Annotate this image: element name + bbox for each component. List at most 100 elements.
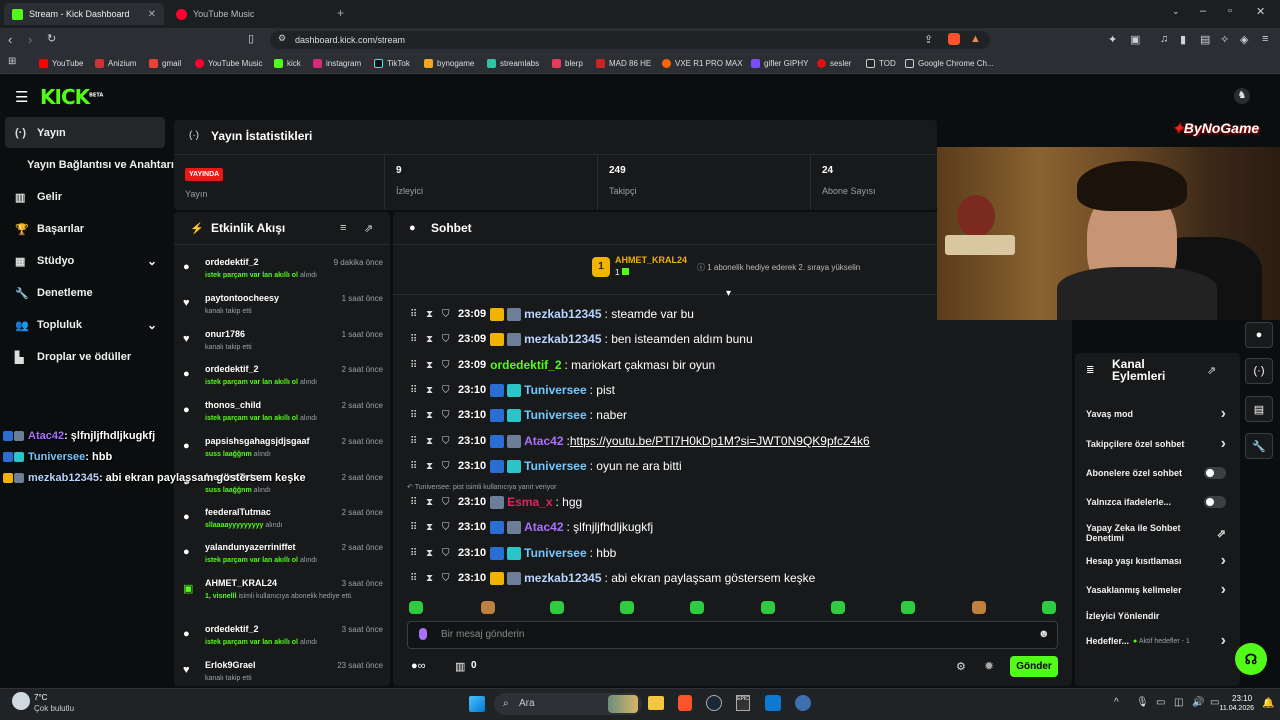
forward-icon[interactable]: › — [28, 32, 32, 47]
volume-icon[interactable]: 🔊 — [1192, 697, 1204, 708]
emote-icon[interactable] — [972, 601, 986, 614]
rail-broadcast-button[interactable]: (·) — [1245, 358, 1273, 384]
activity-user[interactable]: papsishsgahagsjdjsgaaf — [205, 436, 310, 446]
timeout-icon[interactable]: ⧗ — [426, 360, 442, 371]
activity-item[interactable]: ● ordedektif_2 9 dakika önce istek parçam v… — [183, 255, 383, 291]
support-button[interactable]: ☊ — [1235, 643, 1267, 675]
external-link-icon[interactable]: ⇗ — [1217, 527, 1226, 540]
bookmark-kick[interactable]: kick — [274, 57, 301, 69]
close-tab-icon[interactable]: ✕ — [148, 9, 156, 20]
taskbar-search-label[interactable]: Ara — [519, 698, 535, 709]
message-username[interactable]: mezkab12345 — [524, 332, 601, 346]
ban-shield-icon[interactable]: ⛉ — [442, 385, 458, 396]
activity-item[interactable]: ● yalandunyazerriniffet 2 saat önce istek p… — [183, 540, 383, 576]
message-username[interactable]: mezkab12345 — [524, 571, 601, 585]
brave-shield-icon[interactable] — [948, 33, 960, 45]
message-username[interactable]: Tuniversee — [524, 408, 586, 422]
url-field[interactable]: dashboard.kick.com/stream — [270, 31, 990, 49]
chat-message[interactable]: ⠿ ⧗ ⛉ 23:10 Atac42: https://youtu.be/PTI7H0k… — [410, 432, 870, 450]
toggle-switch[interactable] — [1204, 496, 1226, 508]
toggle-switch[interactable] — [1204, 467, 1226, 479]
drag-handle-icon[interactable]: ⠿ — [410, 436, 426, 447]
chat-message[interactable]: ⠿ ⧗ ⛉ 23:10 Atac42: şlfnjljfhdljkugkfj — [410, 518, 653, 536]
drag-handle-icon[interactable]: ⠿ — [410, 497, 426, 508]
activity-user[interactable]: paytontoocheesy — [205, 293, 279, 303]
bookmark-tiktok[interactable]: TikTok — [374, 57, 410, 69]
activity-user[interactable]: yalandunyazerriniffet — [205, 542, 296, 552]
notifications-icon[interactable]: 🔔 — [1262, 698, 1274, 709]
weather-temp[interactable]: 7°C — [34, 693, 47, 702]
drag-handle-icon[interactable]: ⠿ — [410, 360, 426, 371]
screenshot-icon[interactable]: ▣ — [1130, 33, 1140, 46]
kick-logo[interactable]: KICKBETA — [40, 85, 103, 109]
activity-item[interactable]: ● ordedektif_2 3 saat önce istek parçam var… — [183, 622, 383, 658]
window-close-icon[interactable]: ✕ — [1256, 5, 1265, 18]
ban-shield-icon[interactable]: ⛉ — [442, 309, 458, 320]
extensions-icon[interactable]: ✦ — [1108, 33, 1117, 46]
chevron-right-icon[interactable]: › — [1221, 581, 1226, 599]
bookmark-mad86[interactable]: MAD 86 HE — [596, 57, 651, 69]
network-icon[interactable]: ◫ — [1174, 697, 1183, 708]
apps-grid-icon[interactable]: ⊞ — [8, 56, 16, 67]
send-button[interactable]: Gönder — [1010, 656, 1058, 677]
ban-shield-icon[interactable]: ⛉ — [442, 522, 458, 533]
bookmark-tod[interactable]: TOD — [866, 57, 896, 69]
chat-input-placeholder[interactable]: Bir mesaj gönderin — [441, 629, 524, 640]
activity-user[interactable]: ordedektif_2 — [205, 364, 259, 374]
bookmark-blerp[interactable]: blerp — [552, 57, 583, 69]
bookmark-giphy[interactable]: gifler GIPHY — [751, 57, 808, 69]
chat-message[interactable]: ⠿ ⧗ ⛉ 23:09 mezkab12345: ben isteamden aldım… — [410, 330, 753, 348]
emote-icon[interactable] — [620, 601, 634, 614]
drag-handle-icon[interactable]: ⠿ — [410, 309, 426, 320]
bookmark-gmail[interactable]: gmail — [149, 57, 181, 69]
channel-action-row[interactable]: İzleyici Yönlendir — [1086, 608, 1226, 624]
tray-chevron-icon[interactable]: ^ — [1114, 697, 1119, 708]
channel-action-row[interactable]: Yavaş mod › — [1086, 405, 1226, 422]
share-icon[interactable]: ⇪ — [924, 33, 933, 46]
minimize-icon[interactable]: – — [1200, 5, 1206, 17]
popout-icon[interactable]: ⇗ — [1207, 364, 1216, 377]
channel-action-row[interactable]: Hedefler... ● Aktif hedefler - 1 › — [1086, 632, 1226, 649]
timeout-icon[interactable]: ⧗ — [426, 573, 442, 584]
weather-icon[interactable] — [12, 692, 30, 710]
channel-action-row[interactable]: Abonelere özel sohbet — [1086, 465, 1226, 481]
chat-message[interactable]: ⠿ ⧗ ⛉ 23:09 ordedektif_2: mariokart çakması … — [410, 356, 715, 374]
filter-icon[interactable]: ≡ — [340, 222, 346, 234]
bookmark-folder-chrome[interactable]: Google Chrome Ch... — [905, 57, 994, 69]
bookmark-bynogame[interactable]: bynogame — [424, 57, 474, 69]
vpn-icon[interactable]: ◈ — [1240, 33, 1248, 46]
message-username[interactable]: Atac42 — [524, 434, 563, 448]
emote-icon[interactable] — [831, 601, 845, 614]
emote-icon[interactable] — [481, 601, 495, 614]
sidebar-item-stream-key[interactable]: Yayın Bağlantısı ve Anahtarı — [5, 150, 175, 180]
collapse-icon[interactable]: ▾ — [726, 288, 731, 299]
message-username[interactable]: Tuniversee — [524, 459, 586, 473]
channel-action-row[interactable]: Takipçilere özel sohbet › — [1086, 435, 1226, 453]
sidebar-item-topluluk[interactable]: 👥 Topluluk ⌄ — [5, 310, 165, 340]
activity-user[interactable]: ordedektif_2 — [205, 624, 259, 634]
store-icon[interactable] — [765, 695, 781, 711]
activity-item[interactable]: ● thonos_child 2 saat önce istek parçam var… — [183, 398, 383, 434]
chevron-right-icon[interactable]: › — [1221, 435, 1226, 453]
maximize-icon[interactable]: ▫ — [1228, 5, 1232, 17]
rail-tools-button[interactable]: 🔧 — [1245, 433, 1273, 459]
mod-badge-icon[interactable]: ✹ — [984, 659, 994, 673]
drag-handle-icon[interactable]: ⠿ — [410, 461, 426, 472]
chat-message[interactable]: ⠿ ⧗ ⛉ 23:09 mezkab12345: steamde var bu — [410, 305, 694, 323]
activity-user[interactable]: thonos_child — [205, 400, 261, 410]
bookmark-youtube-music[interactable]: YouTube Music — [195, 57, 263, 69]
emote-icon[interactable] — [690, 601, 704, 614]
activity-item[interactable]: ● papsishsgahagsjdjsgaaf 2 saat önce suss l… — [183, 434, 383, 470]
sidebar-item-gelir[interactable]: ▥ Gelir — [5, 182, 165, 212]
timeout-icon[interactable]: ⧗ — [426, 436, 442, 447]
windows-start-icon[interactable] — [469, 696, 485, 712]
sidebar-item-yayin[interactable]: (·) Yayın — [5, 117, 165, 148]
bookmark-anizium[interactable]: Anizium — [95, 57, 136, 69]
drag-handle-icon[interactable]: ⠿ — [410, 385, 426, 396]
pinned-user[interactable]: AHMET_KRAL24 — [615, 255, 687, 265]
timeout-icon[interactable]: ⧗ — [426, 385, 442, 396]
points-icon[interactable]: ●∞ — [411, 660, 426, 672]
tab-youtube-music[interactable]: YouTube Music — [168, 3, 328, 25]
ban-shield-icon[interactable]: ⛉ — [442, 360, 458, 371]
rail-chat-button[interactable]: ● — [1245, 322, 1273, 348]
